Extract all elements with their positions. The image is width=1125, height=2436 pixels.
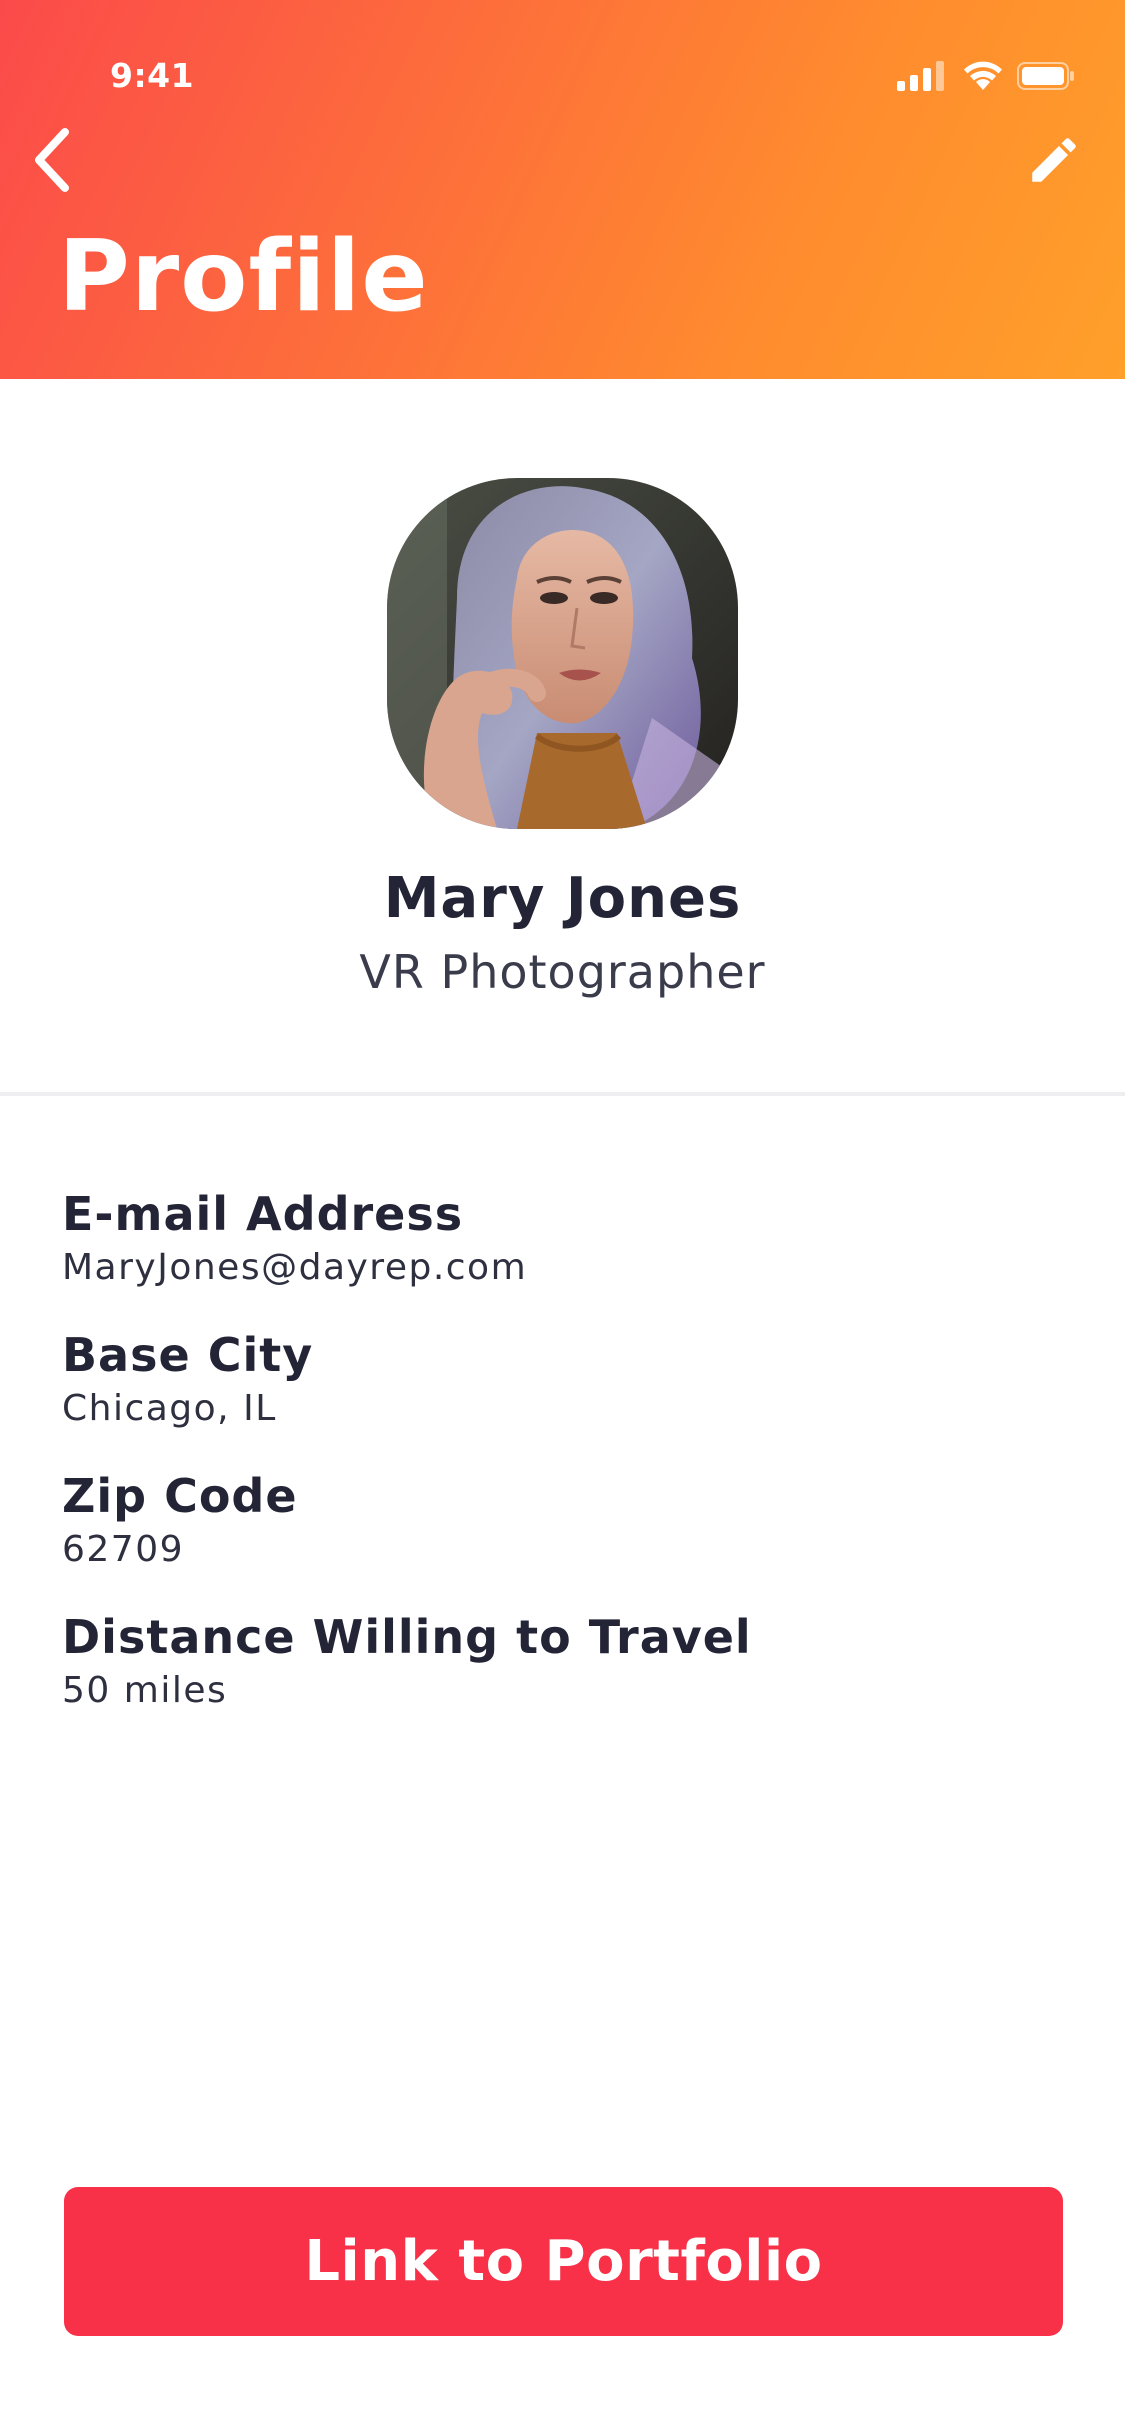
pencil-icon xyxy=(1032,138,1076,182)
wifi-icon xyxy=(964,61,1002,90)
link-to-portfolio-label: Link to Portfolio xyxy=(304,2229,823,2294)
detail-value: MaryJones@dayrep.com xyxy=(62,1247,528,1288)
status-bar-time: 9:41 xyxy=(110,56,195,95)
avatar xyxy=(387,478,738,829)
edit-profile-button[interactable] xyxy=(1009,115,1099,205)
detail-label: Distance Willing to Travel xyxy=(62,1610,752,1664)
detail-email: E-mail Address MaryJones@dayrep.com xyxy=(62,1184,1062,1325)
detail-value: 50 miles xyxy=(62,1670,228,1711)
detail-travel-distance: Distance Willing to Travel 50 miles xyxy=(62,1607,1062,1748)
avatar-photo xyxy=(387,478,738,829)
status-bar-icons xyxy=(897,58,1075,94)
detail-value: 62709 xyxy=(62,1529,185,1570)
section-divider xyxy=(0,1092,1125,1096)
detail-label: E-mail Address xyxy=(62,1187,464,1241)
detail-label: Base City xyxy=(62,1328,314,1382)
back-button[interactable] xyxy=(18,120,88,200)
detail-value: Chicago, IL xyxy=(62,1388,277,1429)
profile-details-list: E-mail Address MaryJones@dayrep.com Base… xyxy=(62,1184,1062,1748)
chevron-left-icon xyxy=(35,128,69,192)
profile-name: Mary Jones xyxy=(383,866,742,931)
detail-label: Zip Code xyxy=(62,1469,298,1523)
page-title: Profile xyxy=(58,220,429,334)
link-to-portfolio-button[interactable]: Link to Portfolio xyxy=(64,2187,1063,2336)
detail-base-city: Base City Chicago, IL xyxy=(62,1325,1062,1466)
battery-icon xyxy=(1017,62,1074,90)
cellular-signal-icon xyxy=(897,61,944,91)
profile-job-title: VR Photographer xyxy=(359,945,766,999)
profile-header: 9:41 Profile xyxy=(0,0,1125,379)
detail-zip-code: Zip Code 62709 xyxy=(62,1466,1062,1607)
